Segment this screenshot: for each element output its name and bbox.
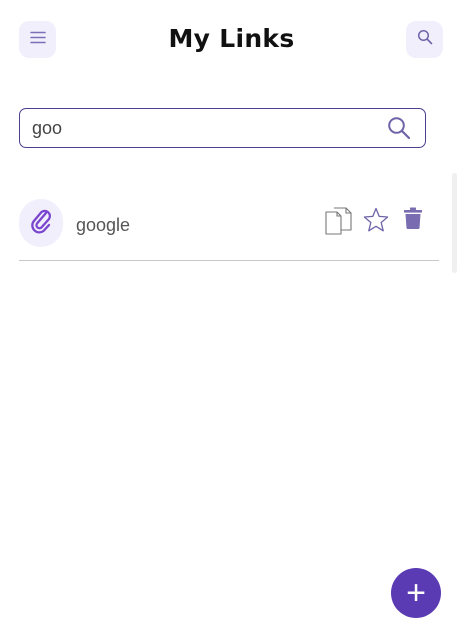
search-bar bbox=[19, 108, 426, 148]
page-title: My Links bbox=[168, 24, 295, 53]
add-link-button[interactable]: + bbox=[391, 568, 441, 618]
copy-icon[interactable] bbox=[325, 207, 353, 240]
link-avatar bbox=[19, 199, 63, 247]
link-name[interactable]: google bbox=[76, 215, 130, 236]
plus-icon: + bbox=[406, 574, 426, 612]
paperclip-icon bbox=[29, 208, 53, 239]
trash-icon[interactable] bbox=[403, 207, 423, 234]
search-icon[interactable] bbox=[387, 116, 411, 145]
star-icon[interactable] bbox=[363, 207, 389, 238]
search-input[interactable] bbox=[32, 117, 372, 139]
search-icon bbox=[417, 29, 433, 50]
header-search-button[interactable] bbox=[406, 21, 443, 58]
scrollbar[interactable] bbox=[452, 173, 457, 273]
link-list-item[interactable]: google bbox=[19, 197, 439, 261]
